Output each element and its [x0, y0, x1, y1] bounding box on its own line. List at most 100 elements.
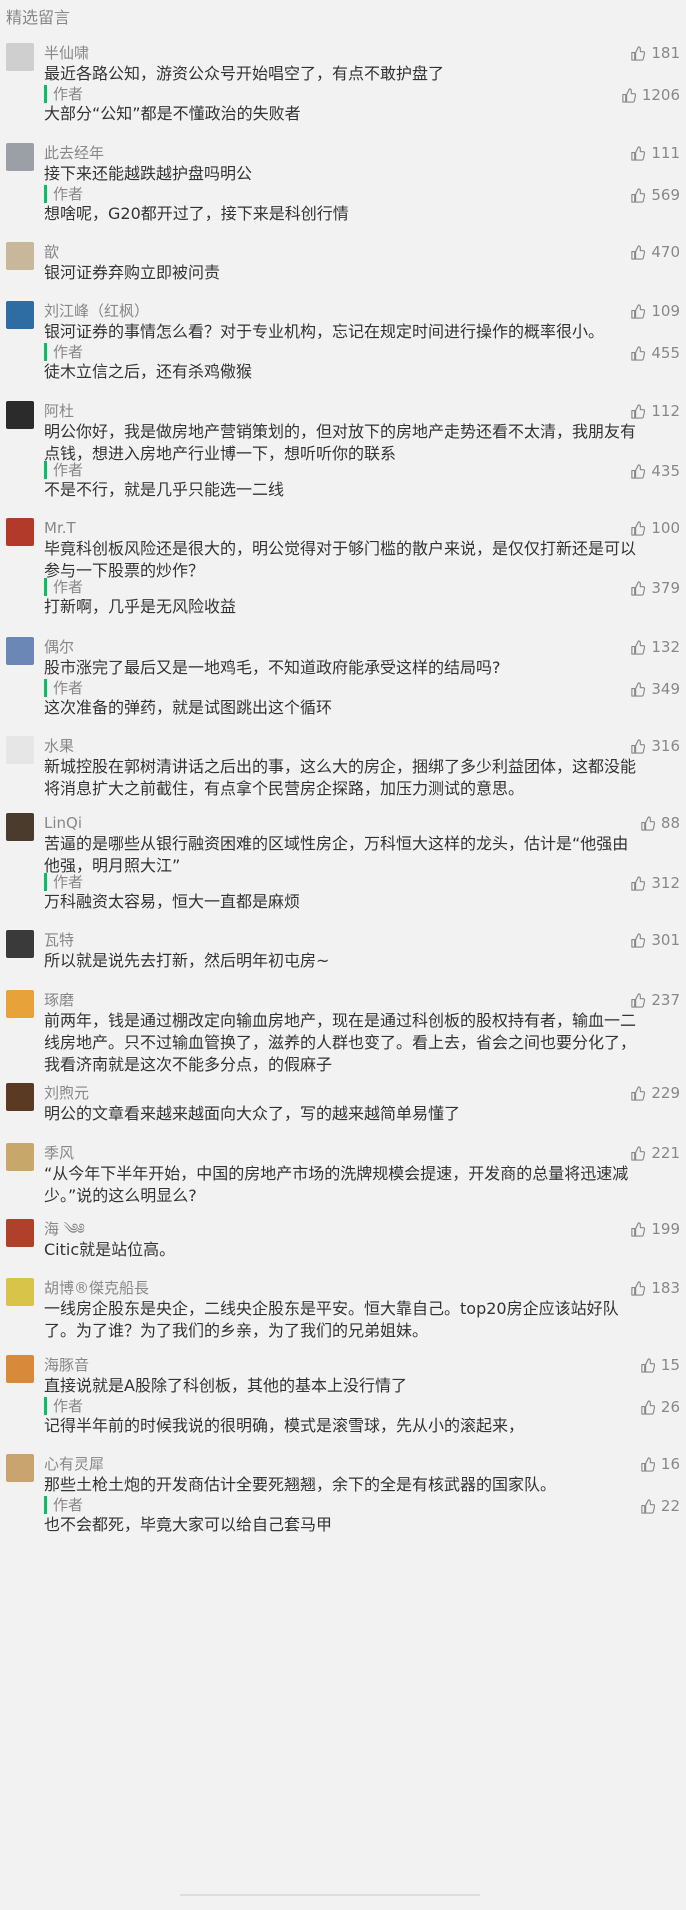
like-button[interactable]: 181	[630, 43, 680, 63]
avatar[interactable]	[6, 990, 34, 1018]
avatar[interactable]	[6, 242, 34, 270]
comment-item: 海豚音 15 直接说就是A股除了科创板，其他的基本上没行情了 作者 26 记得半…	[0, 1355, 686, 1437]
author-reply-tag: 作者	[44, 873, 83, 891]
like-count: 16	[660, 1455, 680, 1473]
like-count: 221	[651, 1144, 680, 1162]
nickname: 半仙啸	[44, 44, 90, 62]
nickname: 歆	[44, 243, 60, 261]
author-reply-text: 这次准备的弹药，就是试图跳出这个循环	[44, 698, 333, 717]
avatar[interactable]	[6, 1454, 34, 1482]
avatar[interactable]	[6, 518, 34, 546]
like-count: 100	[651, 519, 680, 537]
avatar[interactable]	[6, 1083, 34, 1111]
comment-text: 银河证券弃购立即被问责	[44, 263, 221, 282]
avatar[interactable]	[6, 43, 34, 71]
reply-like-count: 435	[651, 462, 680, 480]
comment-item: 心有灵犀 16 那些土枪土炮的开发商估计全要死翘翘，余下的全是有核武器的国家队。…	[0, 1454, 686, 1536]
reply-like-button[interactable]: 349	[630, 679, 680, 699]
thumbs-up-icon	[631, 875, 646, 891]
author-reply-tag: 作者	[44, 1496, 83, 1514]
like-count: 112	[651, 402, 680, 420]
avatar[interactable]	[6, 736, 34, 764]
avatar[interactable]	[6, 301, 34, 329]
like-button[interactable]: 15	[640, 1355, 680, 1375]
avatar[interactable]	[6, 143, 34, 171]
reply-like-button[interactable]: 26	[640, 1397, 680, 1417]
nickname: 海 ༄༅	[44, 1220, 85, 1238]
like-button[interactable]: 199	[630, 1219, 680, 1239]
avatar[interactable]	[6, 1355, 34, 1383]
like-button[interactable]: 112	[630, 401, 680, 421]
like-button[interactable]: 221	[630, 1143, 680, 1163]
comment-text: 苦逼的是哪些从银行融资困难的区域性房企，万科恒大这样的龙头，估计是“他强由他强，…	[44, 834, 629, 875]
reply-like-button[interactable]: 379	[630, 578, 680, 598]
comment-item: 阿杜 112 明公你好，我是做房地产营销策划的，但对放下的房地产走势还看不太清，…	[0, 401, 686, 501]
thumbs-up-icon	[631, 145, 646, 161]
reply-like-count: 379	[651, 579, 680, 597]
reply-like-button[interactable]: 1206	[621, 85, 680, 105]
like-button[interactable]: 316	[630, 736, 680, 756]
avatar[interactable]	[6, 1143, 34, 1171]
avatar[interactable]	[6, 1278, 34, 1306]
like-button[interactable]: 132	[630, 637, 680, 657]
comment-text: 新城控股在郭树清讲话之后出的事，这么大的房企，捆绑了多少利益团体，这都没能将消息…	[44, 757, 637, 798]
avatar[interactable]	[6, 401, 34, 429]
like-count: 316	[651, 737, 680, 755]
comment-text: 直接说就是A股除了科创板，其他的基本上没行情了	[44, 1376, 407, 1395]
nickname: LinQi	[44, 814, 83, 832]
like-button[interactable]: 229	[630, 1083, 680, 1103]
avatar[interactable]	[6, 813, 34, 841]
like-button[interactable]: 111	[630, 143, 680, 163]
nickname: 刘江峰（红枫）	[44, 302, 150, 320]
avatar[interactable]	[6, 930, 34, 958]
section-title: 精选留言	[6, 8, 71, 27]
author-reply-tag: 作者	[44, 461, 83, 479]
reply-like-button[interactable]: 22	[640, 1496, 680, 1516]
nickname: Mr.T	[44, 519, 76, 537]
thumbs-up-icon	[631, 187, 646, 203]
comment-item: 此去经年 111 接下来还能越跌越护盘吗明公 作者 569 想啥呢，G20都开过…	[0, 143, 686, 225]
like-button[interactable]: 237	[630, 990, 680, 1010]
thumbs-up-icon	[631, 681, 646, 697]
avatar[interactable]	[6, 1219, 34, 1247]
author-reply-text: 不是不行，就是几乎只能选一二线	[44, 480, 285, 499]
nickname: 刘煦元	[44, 1084, 90, 1102]
author-reply-tag: 作者	[44, 1397, 83, 1415]
like-count: 301	[651, 931, 680, 949]
reply-like-button[interactable]: 312	[630, 873, 680, 893]
thumbs-up-icon	[641, 1357, 655, 1373]
reply-like-count: 22	[660, 1497, 680, 1515]
comment-item: 胡博®傑克船長 183 一线房企股东是央企，二线央企股东是平安。恒大靠自己。to…	[0, 1278, 686, 1342]
divider	[180, 1894, 480, 1896]
thumbs-up-icon	[622, 87, 636, 103]
like-count: 181	[651, 44, 680, 62]
like-count: 229	[651, 1084, 680, 1102]
reply-like-button[interactable]: 435	[630, 461, 680, 481]
like-button[interactable]: 16	[640, 1454, 680, 1474]
thumbs-up-icon	[631, 45, 646, 61]
like-button[interactable]: 183	[630, 1278, 680, 1298]
like-button[interactable]: 88	[640, 813, 680, 833]
reply-like-button[interactable]: 569	[630, 185, 680, 205]
avatar[interactable]	[6, 637, 34, 665]
thumbs-up-icon	[631, 1145, 646, 1161]
reply-like-count: 569	[651, 186, 680, 204]
like-button[interactable]: 301	[630, 930, 680, 950]
nickname: 此去经年	[44, 144, 105, 162]
comment-text: 前两年，钱是通过棚改定向输血房地产，现在是通过科创板的股权持有者，输血一二线房地…	[44, 1011, 637, 1074]
nickname: 胡博®傑克船長	[44, 1279, 150, 1297]
thumbs-up-icon	[631, 1280, 646, 1296]
reply-like-count: 1206	[641, 86, 680, 104]
like-button[interactable]: 109	[630, 301, 680, 321]
comment-text: 股市涨完了最后又是一地鸡毛，不知道政府能承受这样的结局吗?	[44, 658, 501, 677]
author-reply-text: 大部分“公知”都是不懂政治的失败者	[44, 104, 301, 123]
comment-item: 歆 470 银河证券弃购立即被问责	[0, 242, 686, 284]
like-button[interactable]: 470	[630, 242, 680, 262]
author-reply-tag: 作者	[44, 85, 83, 103]
thumbs-up-icon	[631, 244, 646, 260]
reply-like-button[interactable]: 455	[630, 343, 680, 363]
author-reply-tag: 作者	[44, 578, 83, 596]
like-count: 88	[660, 814, 680, 832]
thumbs-up-icon	[631, 1085, 646, 1101]
like-button[interactable]: 100	[630, 518, 680, 538]
